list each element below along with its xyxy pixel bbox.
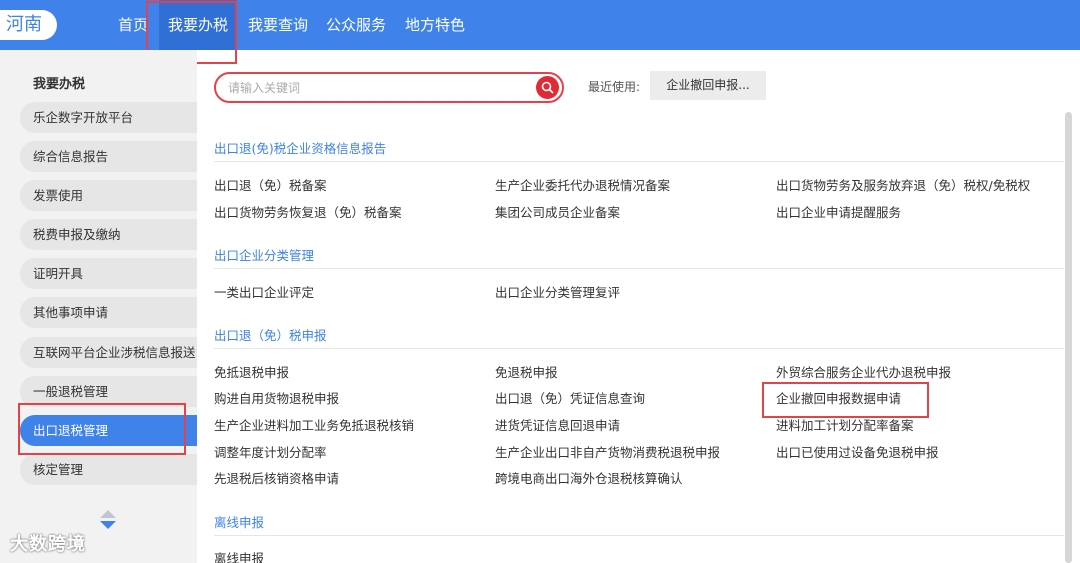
link-adjust-allocation-rate[interactable]: 调整年度计划分配率: [214, 442, 327, 461]
link-classification-review[interactable]: 出口企业分类管理复评: [495, 282, 620, 301]
search-input[interactable]: [228, 78, 528, 98]
sidebar-item-info-report[interactable]: 综合信息报告: [20, 141, 197, 172]
search-icon: [541, 81, 554, 94]
section-title-classification: 出口企业分类管理: [214, 248, 315, 263]
sidebar-item-assessment[interactable]: 核定管理: [20, 454, 197, 485]
search-box: [214, 72, 564, 103]
recent-item-chip[interactable]: 企业撤回申报...: [650, 71, 766, 100]
nav-home[interactable]: 首页: [118, 0, 148, 50]
link-export-refund-filing[interactable]: 出口退（免）税备案: [214, 175, 327, 194]
link-overseas-warehouse-refund[interactable]: 跨境电商出口海外仓退税核算确认: [495, 468, 683, 487]
scroll-down-icon[interactable]: [100, 521, 116, 529]
link-offline-declaration[interactable]: 离线申报: [214, 548, 264, 563]
link-exempt-refund[interactable]: 免退税申报: [495, 362, 558, 381]
link-waive-refund-right[interactable]: 出口货物劳务及服务放弃退（免）税权/免税权: [776, 175, 1030, 194]
link-used-equipment-refund[interactable]: 出口已使用过设备免退税申报: [776, 442, 939, 461]
watermark-logo: 大数跨境: [10, 534, 86, 555]
link-exempt-offset-refund[interactable]: 免抵退税申报: [214, 362, 289, 381]
link-purchase-voucher-rollback[interactable]: 进货凭证信息回退申请: [495, 415, 620, 434]
section-title-qualification: 出口退(免)税企业资格信息报告: [214, 141, 387, 156]
section-divider: [214, 161, 1064, 162]
link-trade-service-refund[interactable]: 外贸综合服务企业代办退税申报: [776, 362, 951, 381]
sidebar-item-invoice[interactable]: 发票使用: [20, 180, 197, 211]
link-reminder-service[interactable]: 出口企业申请提醒服务: [776, 202, 901, 221]
link-group-member-filing[interactable]: 集团公司成员企业备案: [495, 202, 620, 221]
scroll-up-icon[interactable]: [100, 510, 116, 518]
sidebar-item-other-applications[interactable]: 其他事项申请: [20, 297, 197, 328]
section-divider: [214, 535, 1064, 536]
section-title-offline: 离线申报: [214, 515, 265, 530]
link-class-one-rating[interactable]: 一类出口企业评定: [214, 282, 314, 301]
recent-use-label: 最近使用:: [588, 80, 641, 94]
nav-query[interactable]: 我要查询: [248, 0, 308, 50]
section-title-refund-declaration: 出口退（免）税申报: [214, 328, 327, 343]
link-voucher-info-query[interactable]: 出口退（免）凭证信息查询: [495, 388, 645, 407]
section-divider: [214, 268, 1064, 269]
province-selector[interactable]: 河南: [0, 10, 57, 40]
sidebar-item-declaration-payment[interactable]: 税费申报及缴纳: [20, 219, 197, 250]
link-self-use-goods-refund[interactable]: 购进自用货物退税申报: [214, 388, 339, 407]
content-scrollbar[interactable]: [1065, 112, 1072, 563]
highlight-box-withdraw: [762, 382, 929, 418]
link-non-self-produced-refund[interactable]: 生产企业出口非自产货物消费税退税申报: [495, 442, 720, 461]
search-button[interactable]: [536, 76, 559, 99]
section-divider: [214, 348, 1064, 349]
highlight-box-sidebar: [18, 403, 186, 455]
sidebar-item-internet-platform[interactable]: 互联网平台企业涉税信息报送: [20, 337, 197, 368]
sidebar-title: 我要办税: [33, 77, 86, 92]
link-entrusted-refund-filing[interactable]: 生产企业委托代办退税情况备案: [495, 175, 670, 194]
nav-public-service[interactable]: 公众服务: [326, 0, 386, 50]
sidebar-item-leqi-platform[interactable]: 乐企数字开放平台: [20, 102, 197, 133]
sidebar-item-certificate[interactable]: 证明开具: [20, 258, 197, 289]
link-processing-trade-verification[interactable]: 生产企业进料加工业务免抵退税核销: [214, 415, 414, 434]
sidebar-scroll-arrows[interactable]: [100, 510, 116, 529]
nav-local-features[interactable]: 地方特色: [405, 0, 465, 50]
link-refund-before-verification[interactable]: 先退税后核销资格申请: [214, 468, 339, 487]
link-restore-refund-filing[interactable]: 出口货物劳务恢复退（免）税备案: [214, 202, 402, 221]
